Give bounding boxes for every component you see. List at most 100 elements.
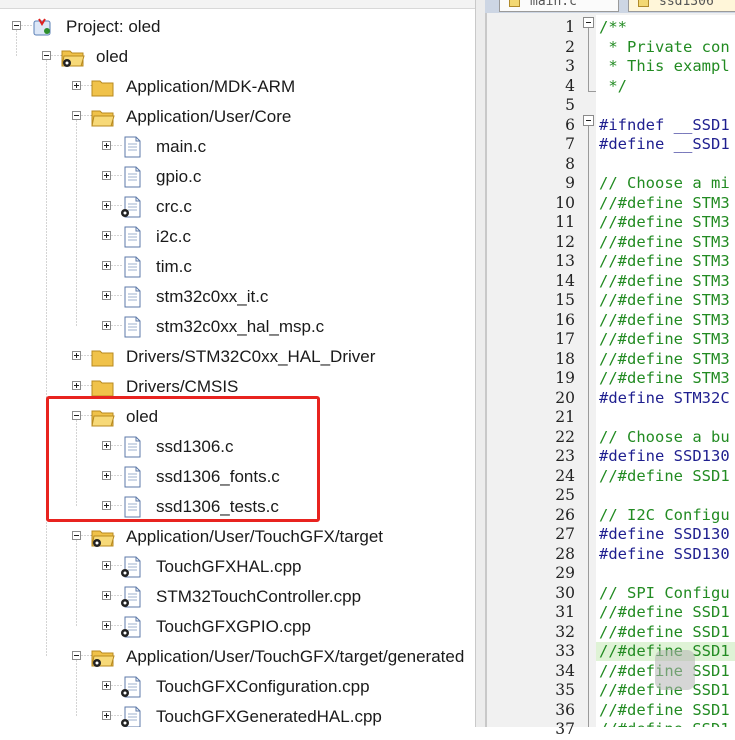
tree-row[interactable]: Drivers/STM32C0xx_HAL_Driver (0, 342, 475, 372)
line-number: 13 (555, 252, 575, 270)
expand-icon[interactable] (72, 351, 81, 360)
code-line: // Choose a bu (599, 427, 730, 446)
folder-open-icon (90, 105, 116, 134)
fold-toggle-icon[interactable] (583, 114, 594, 126)
expand-icon[interactable] (102, 711, 111, 720)
expand-icon[interactable] (72, 81, 81, 90)
line-number: 3 (565, 57, 575, 75)
line-number: 35 (555, 681, 575, 699)
tree-row[interactable]: oled (0, 42, 475, 72)
expand-icon[interactable] (102, 591, 111, 600)
tree-item-label: Application/MDK-ARM (126, 77, 296, 96)
expand-icon[interactable] (72, 381, 81, 390)
tree-row[interactable]: STM32TouchController.cpp (0, 582, 475, 612)
collapse-icon[interactable] (72, 531, 81, 540)
expand-icon[interactable] (102, 231, 111, 240)
code-line: //#define STM3 (599, 291, 730, 309)
tree-item-label: Drivers/STM32C0xx_HAL_Driver (126, 347, 376, 366)
line-number: 34 (555, 661, 575, 680)
tree-row[interactable]: crc.c (0, 192, 475, 222)
expand-icon[interactable] (102, 261, 111, 270)
file-icon (120, 225, 146, 254)
tree-row[interactable]: main.c (0, 132, 475, 162)
code-line: //#define STM3 (599, 213, 730, 231)
code-line: * Private con (599, 37, 730, 56)
line-number: 28 (555, 544, 575, 563)
tree-row[interactable]: TouchGFXHAL.cpp (0, 552, 475, 582)
expand-icon[interactable] (102, 321, 111, 330)
code-line: #ifndef __SSD1 (599, 115, 730, 134)
tree-row[interactable]: Application/User/TouchGFX/target (0, 522, 475, 552)
file-gear-icon (120, 705, 146, 727)
line-number: 26 (555, 505, 575, 524)
line-number: 21 (555, 408, 575, 426)
code-line: //#define SSD1 (599, 603, 730, 621)
collapse-icon[interactable] (72, 651, 81, 660)
editor-tab-bar: main.c ssd1306 (485, 0, 735, 13)
line-number: 22 (555, 427, 575, 446)
project-tree-panel: Project: oled oled Application/MDK-ARM Appl… (0, 0, 475, 727)
expand-icon[interactable] (102, 681, 111, 690)
line-number: 2 (565, 37, 575, 56)
tree-row[interactable]: Application/MDK-ARM (0, 72, 475, 102)
tree-row[interactable]: Project: oled (0, 12, 475, 42)
tree-item-label: TouchGFXGPIO.cpp (156, 617, 311, 636)
code-area[interactable]: /** * Private con * This exampl */ #ifnde… (596, 15, 735, 727)
tree-row[interactable]: Application/User/TouchGFX/target/generat… (0, 642, 475, 672)
code-line: // Choose a mi (599, 174, 730, 192)
code-line: //#define STM3 (599, 310, 730, 329)
file-icon (120, 135, 146, 164)
expand-icon[interactable] (102, 141, 111, 150)
tree-row[interactable]: TouchGFXGPIO.cpp (0, 612, 475, 642)
tree-row[interactable]: TouchGFXGeneratedHAL.cpp (0, 702, 475, 727)
tree-vertical-scrollbar[interactable] (475, 0, 485, 727)
tree-row[interactable]: stm32c0xx_hal_msp.c (0, 312, 475, 342)
file-icon (120, 165, 146, 194)
tree-row[interactable]: gpio.c (0, 162, 475, 192)
fold-range-line (588, 28, 589, 91)
expand-icon[interactable] (102, 291, 111, 300)
watermark-logo (655, 650, 695, 690)
line-number: 15 (555, 291, 575, 309)
line-number: 11 (555, 213, 575, 231)
expand-icon[interactable] (102, 171, 111, 180)
file-icon (120, 285, 146, 314)
collapse-icon[interactable] (72, 111, 81, 120)
line-number: 7 (565, 135, 575, 153)
tree-item-label: Application/User/TouchGFX/target/generat… (126, 647, 465, 666)
expand-icon[interactable] (102, 561, 111, 570)
tree-row[interactable]: tim.c (0, 252, 475, 282)
file-tab-icon (509, 0, 520, 7)
line-number: 31 (555, 603, 575, 621)
file-gear-icon (120, 195, 146, 224)
line-number: 25 (555, 486, 575, 504)
expand-icon[interactable] (102, 621, 111, 630)
tab-main-c[interactable]: main.c (499, 0, 619, 12)
tree-row[interactable]: TouchGFXConfiguration.cpp (0, 672, 475, 702)
file-gear-icon (120, 615, 146, 644)
fold-toggle-icon[interactable] (583, 17, 594, 28)
tree-item-label: Application/User/TouchGFX/target (126, 527, 384, 546)
folder-icon (90, 75, 116, 104)
line-number-gutter: 1 2 3 4 5 6 7 8 9 10 11 12 13 14 15 16 17 18 19 20 21 22 23 24 2… (491, 15, 582, 738)
line-number: 19 (555, 369, 575, 387)
tree-item-label: STM32TouchController.cpp (156, 587, 362, 606)
collapse-icon[interactable] (42, 51, 51, 60)
folder-icon (90, 345, 116, 374)
code-line: //#define STM3 (599, 232, 730, 251)
line-number: 18 (555, 349, 575, 368)
tree-item-label: TouchGFXGeneratedHAL.cpp (156, 707, 382, 726)
tree-row[interactable]: stm32c0xx_it.c (0, 282, 475, 312)
line-number: 1 (565, 18, 575, 36)
collapse-icon[interactable] (12, 21, 21, 30)
tree-row[interactable]: Application/User/Core (0, 102, 475, 132)
code-line: // I2C Configu (599, 505, 730, 524)
line-number: 4 (565, 76, 575, 95)
tree-row[interactable]: i2c.c (0, 222, 475, 252)
file-icon (120, 315, 146, 344)
tab-ssd1306[interactable]: ssd1306 (628, 0, 735, 12)
fold-end-marker (588, 90, 596, 92)
line-number: 14 (555, 271, 575, 290)
line-number: 33 (555, 642, 575, 660)
expand-icon[interactable] (102, 201, 111, 210)
